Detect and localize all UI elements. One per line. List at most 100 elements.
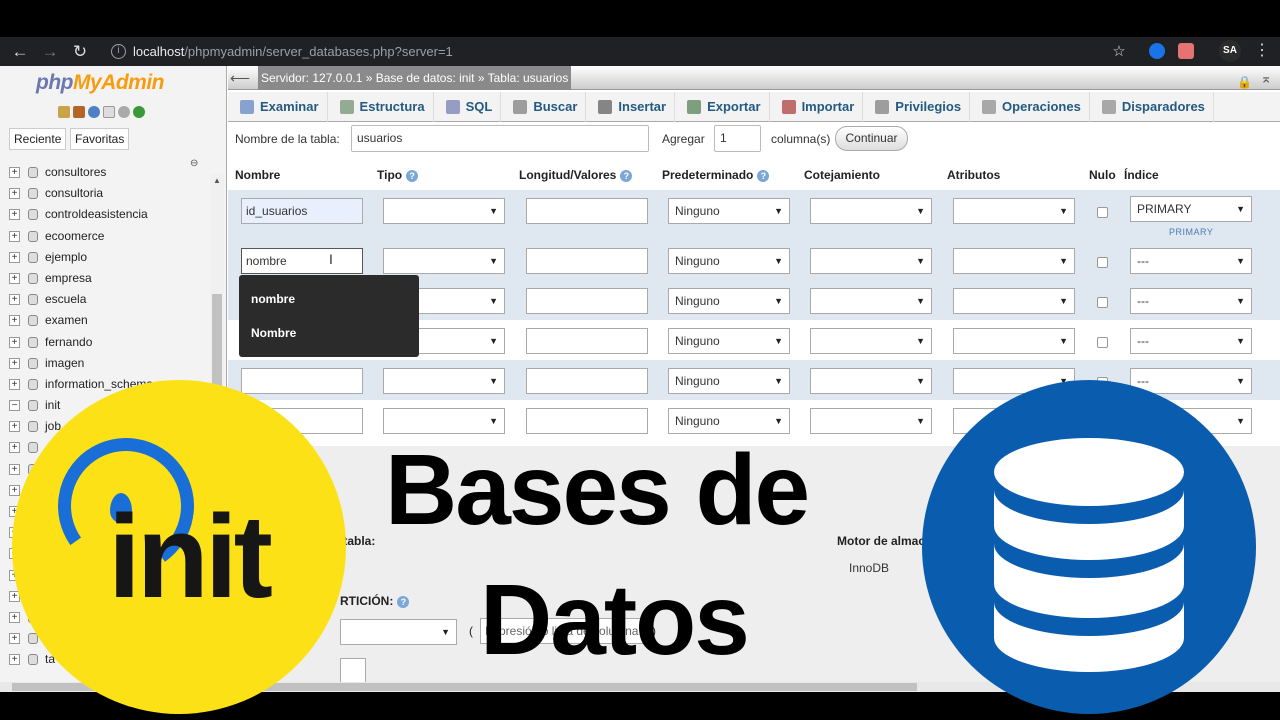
tab-operaciones[interactable]: Operaciones — [970, 92, 1090, 122]
index-select[interactable]: PRIMARY ▼ — [1130, 196, 1252, 222]
column-name-input[interactable]: id_usuarios — [241, 198, 363, 224]
tab-recent[interactable]: Reciente — [9, 128, 67, 150]
collation-select[interactable]: ▼ — [810, 408, 932, 434]
autocomplete-option[interactable]: nombre — [251, 289, 295, 309]
db-tree-item[interactable]: + imagen — [0, 353, 210, 374]
expand-icon[interactable]: + — [9, 611, 20, 623]
expand-icon[interactable]: + — [9, 188, 20, 200]
tab-estructura[interactable]: Estructura — [328, 92, 434, 122]
expand-icon[interactable]: + — [9, 421, 20, 433]
breadcrumb-database[interactable]: Base de datos: init » — [376, 71, 485, 85]
null-checkbox[interactable] — [1097, 257, 1108, 268]
home-icon[interactable] — [58, 106, 70, 118]
index-select[interactable]: --- ▼ — [1130, 248, 1252, 274]
collation-select[interactable]: ▼ — [810, 198, 932, 224]
length-values-input[interactable] — [526, 248, 648, 274]
null-checkbox[interactable] — [1097, 337, 1108, 348]
tab-buscar[interactable]: Buscar — [501, 92, 587, 122]
add-columns-input[interactable]: 1 — [714, 125, 761, 152]
tab-exportar[interactable]: Exportar — [675, 92, 770, 122]
db-tree-item[interactable]: + escuela — [0, 289, 210, 310]
expand-icon[interactable]: + — [9, 251, 20, 263]
partition-count-input[interactable] — [340, 658, 366, 682]
tab-importar[interactable]: Importar — [770, 92, 864, 122]
tab-insertar[interactable]: Insertar — [586, 92, 676, 122]
help-icon[interactable]: ? — [757, 169, 770, 182]
index-select[interactable]: --- ▼ — [1130, 288, 1252, 314]
collation-select[interactable]: ▼ — [810, 328, 932, 354]
info-icon[interactable]: i — [111, 44, 126, 59]
default-select[interactable]: Ninguno ▼ — [668, 368, 790, 394]
expand-icon[interactable]: + — [9, 294, 20, 306]
db-tree-item[interactable]: + ecoomerce — [0, 226, 210, 247]
breadcrumb-server[interactable]: Servidor: 127.0.0.1 » — [261, 71, 372, 85]
null-checkbox[interactable] — [1097, 207, 1108, 218]
lock-icon[interactable]: 🔒 — [1237, 70, 1252, 94]
attributes-select[interactable]: ▼ — [953, 288, 1075, 314]
type-select[interactable]: ▼ — [383, 368, 505, 394]
default-select[interactable]: Ninguno ▼ — [668, 328, 790, 354]
db-tree-item[interactable]: + consultoria — [0, 183, 210, 204]
expand-icon[interactable]: + — [9, 442, 20, 454]
expand-icon[interactable]: + — [9, 357, 20, 369]
help-icon[interactable]: ? — [620, 169, 633, 182]
length-values-input[interactable] — [526, 328, 648, 354]
tab-privilegios[interactable]: Privilegios — [863, 92, 971, 122]
help-icon[interactable]: ? — [397, 595, 410, 608]
expand-icon[interactable]: + — [9, 633, 20, 645]
bookmark-star-icon[interactable]: ☆ — [1108, 41, 1130, 63]
profile-avatar[interactable]: SA — [1219, 40, 1241, 62]
db-tree-item[interactable]: + empresa — [0, 268, 210, 289]
default-select[interactable]: Ninguno ▼ — [668, 288, 790, 314]
attributes-select[interactable]: ▼ — [953, 248, 1075, 274]
db-tree-item[interactable]: + controldeasistencia — [0, 204, 210, 225]
tab-examinar[interactable]: Examinar — [228, 92, 328, 122]
back-icon[interactable]: ← — [9, 41, 31, 63]
db-tree-item[interactable]: + ejemplo — [0, 247, 210, 268]
expand-icon[interactable]: + — [9, 230, 20, 242]
extension-record-icon[interactable] — [1178, 43, 1194, 59]
collation-select[interactable]: ▼ — [810, 288, 932, 314]
tab-disparadores[interactable]: Disparadores — [1090, 92, 1214, 122]
type-select[interactable]: ▼ — [383, 198, 505, 224]
expand-icon[interactable]: + — [9, 378, 20, 390]
breadcrumb-table[interactable]: Tabla: usuarios — [488, 71, 569, 85]
autocomplete-option[interactable]: Nombre — [251, 323, 296, 343]
tab-sql[interactable]: SQL — [434, 92, 502, 122]
help-icon[interactable] — [88, 106, 100, 118]
expand-icon[interactable]: − — [9, 400, 20, 412]
db-tree-item[interactable]: + fernando — [0, 332, 210, 353]
close-icon[interactable]: ⌅ — [1260, 66, 1272, 90]
expand-icon[interactable]: + — [9, 336, 20, 348]
table-name-input[interactable]: usuarios — [351, 125, 649, 152]
collation-select[interactable]: ▼ — [810, 248, 932, 274]
attributes-select[interactable]: ▼ — [953, 198, 1075, 224]
partition-select[interactable]: ▼ — [340, 619, 457, 645]
reload-icon[interactable]: ↻ — [69, 41, 91, 63]
length-values-input[interactable] — [526, 198, 648, 224]
null-checkbox[interactable] — [1097, 297, 1108, 308]
db-tree-item[interactable]: + examen — [0, 310, 210, 331]
attributes-select[interactable]: ▼ — [953, 328, 1075, 354]
settings-gear-icon[interactable] — [118, 106, 130, 118]
menu-dots-icon[interactable]: ⋮ — [1254, 40, 1270, 62]
type-select[interactable]: ▼ — [383, 408, 505, 434]
docs-icon[interactable] — [103, 106, 115, 118]
logout-icon[interactable] — [73, 106, 85, 118]
collapse-nav-icon[interactable]: ⟵ — [230, 66, 250, 90]
default-select[interactable]: Ninguno ▼ — [668, 198, 790, 224]
default-select[interactable]: Ninguno ▼ — [668, 248, 790, 274]
phpmyadmin-logo[interactable]: phpMyAdmin — [36, 71, 164, 95]
expand-icon[interactable]: + — [9, 315, 20, 327]
expand-icon[interactable]: + — [9, 463, 20, 475]
forward-icon[interactable]: → — [39, 41, 61, 63]
expand-icon[interactable]: + — [9, 654, 20, 666]
expand-icon[interactable]: + — [9, 272, 20, 284]
tab-favorites[interactable]: Favoritas — [70, 128, 130, 150]
index-select[interactable]: --- ▼ — [1130, 328, 1252, 354]
expand-icon[interactable]: + — [9, 209, 20, 221]
expand-icon[interactable]: + — [9, 484, 20, 496]
help-icon[interactable]: ? — [406, 169, 419, 182]
default-select[interactable]: Ninguno ▼ — [668, 408, 790, 434]
collation-select[interactable]: ▼ — [810, 368, 932, 394]
